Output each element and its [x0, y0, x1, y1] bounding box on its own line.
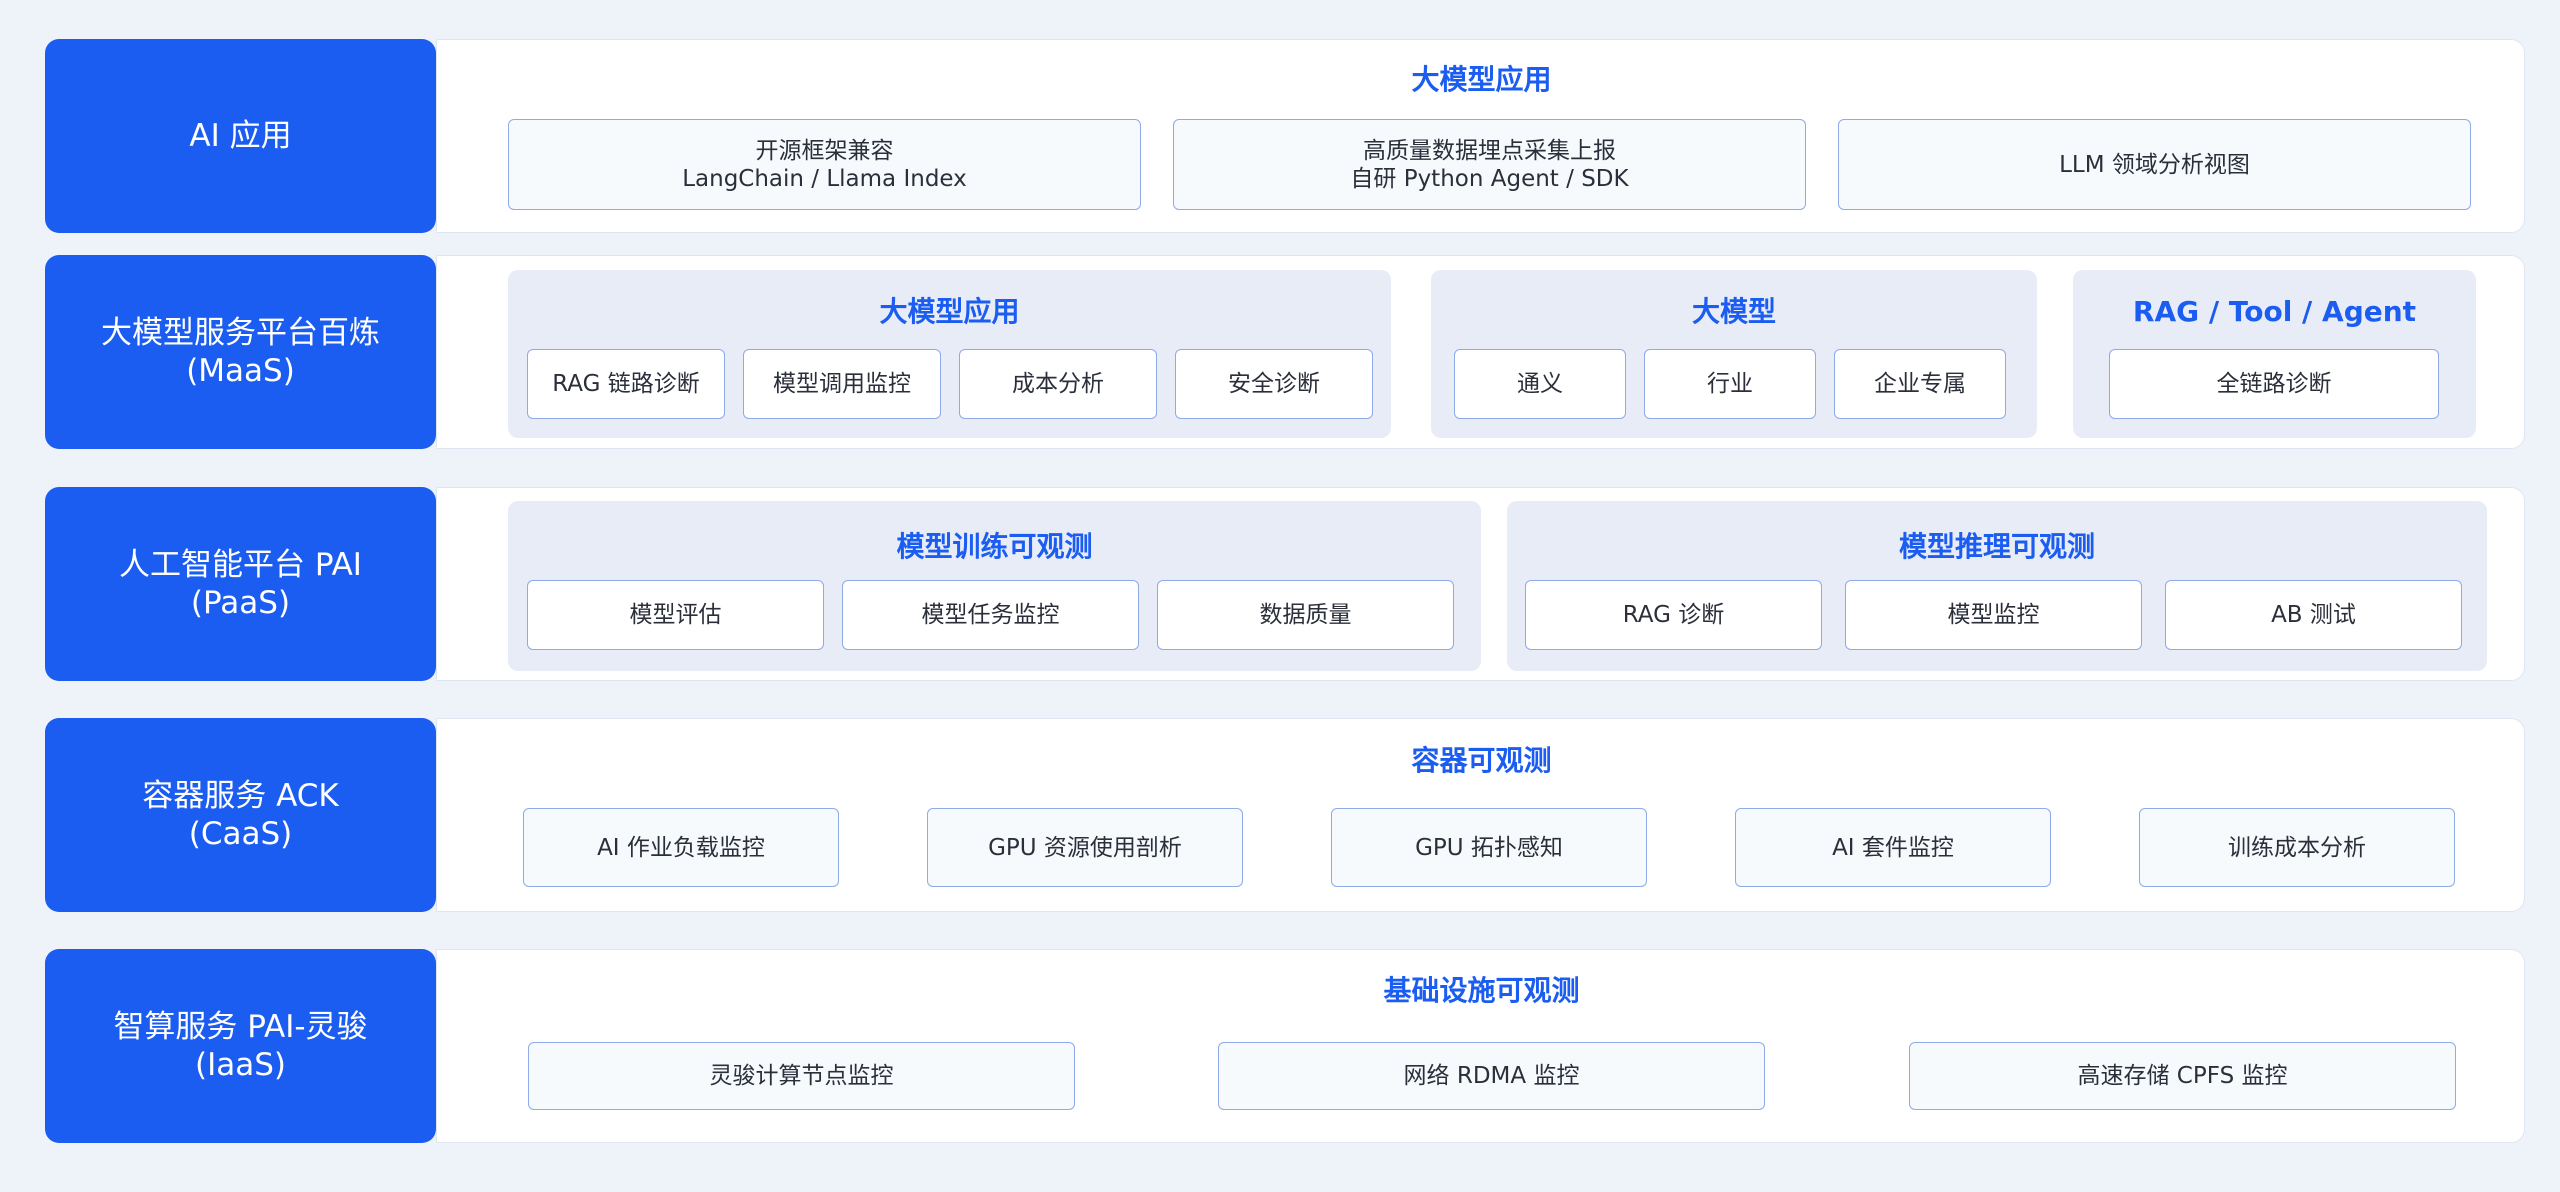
- group-title: 大模型: [1691, 295, 1776, 328]
- feature-box: 模型监控: [1845, 580, 2142, 650]
- section-title: 大模型应用: [1411, 63, 1552, 96]
- feature-box: AB 测试: [2165, 580, 2462, 650]
- layer-label-maas: 大模型服务平台百炼 (MaaS): [45, 255, 436, 449]
- feature-box: GPU 资源使用剖析: [927, 808, 1243, 887]
- feature-box: 高速存储 CPFS 监控: [1909, 1042, 2456, 1110]
- layer-label-iaas: 智算服务 PAI-灵骏 (IaaS): [45, 949, 436, 1143]
- feature-box: 开源框架兼容 LangChain / Llama Index: [508, 119, 1141, 210]
- feature-box: RAG 链路诊断: [527, 349, 725, 419]
- feature-box: 安全诊断: [1175, 349, 1373, 419]
- group-inference: 模型推理可观测 RAG 诊断 模型监控 AB 测试: [1507, 501, 2487, 671]
- section-title: 容器可观测: [1411, 744, 1552, 777]
- feature-box: 成本分析: [959, 349, 1157, 419]
- feature-box: 企业专属: [1834, 349, 2006, 419]
- feature-box: 模型任务监控: [842, 580, 1139, 650]
- feature-box: AI 套件监控: [1735, 808, 2051, 887]
- feature-box: 模型调用监控: [743, 349, 941, 419]
- architecture-diagram: AI 应用 大模型应用 开源框架兼容 LangChain / Llama Ind…: [0, 0, 2560, 1192]
- feature-box: 模型评估: [527, 580, 824, 650]
- layer-panel-ai-app: 大模型应用 开源框架兼容 LangChain / Llama Index 高质量…: [436, 39, 2525, 233]
- feature-box: 行业: [1644, 349, 1816, 419]
- feature-box: 灵骏计算节点监控: [528, 1042, 1075, 1110]
- feature-box: RAG 诊断: [1525, 580, 1822, 650]
- group-llm: 大模型 通义 行业 企业专属: [1431, 270, 2037, 438]
- group-llm-app: 大模型应用 RAG 链路诊断 模型调用监控 成本分析 安全诊断: [508, 270, 1391, 438]
- layer-panel-caas: 容器可观测 AI 作业负载监控 GPU 资源使用剖析 GPU 拓扑感知 AI 套…: [436, 718, 2525, 912]
- layer-label-ai-app: AI 应用: [45, 39, 436, 233]
- group-title: 模型训练可观测: [896, 530, 1093, 563]
- feature-box: AI 作业负载监控: [523, 808, 839, 887]
- layer-label-caas: 容器服务 ACK (CaaS): [45, 718, 436, 912]
- feature-box: 数据质量: [1157, 580, 1454, 650]
- group-training: 模型训练可观测 模型评估 模型任务监控 数据质量: [508, 501, 1481, 671]
- feature-box: 全链路诊断: [2109, 349, 2439, 419]
- section-title: 基础设施可观测: [1383, 974, 1580, 1007]
- feature-box: 通义: [1454, 349, 1626, 419]
- feature-box: 网络 RDMA 监控: [1218, 1042, 1765, 1110]
- feature-box: 训练成本分析: [2139, 808, 2455, 887]
- group-rag-tool-agent: RAG / Tool / Agent 全链路诊断: [2073, 270, 2476, 438]
- layer-panel-maas: 大模型应用 RAG 链路诊断 模型调用监控 成本分析 安全诊断 大模型 通义 行…: [436, 255, 2525, 449]
- feature-box: LLM 领域分析视图: [1838, 119, 2471, 210]
- feature-box: 高质量数据埋点采集上报 自研 Python Agent / SDK: [1173, 119, 1806, 210]
- layer-panel-iaas: 基础设施可观测 灵骏计算节点监控 网络 RDMA 监控 高速存储 CPFS 监控: [436, 949, 2525, 1143]
- layer-panel-paas: 模型训练可观测 模型评估 模型任务监控 数据质量 模型推理可观测 RAG 诊断 …: [436, 487, 2525, 681]
- group-title: 模型推理可观测: [1898, 530, 2095, 563]
- group-title: 大模型应用: [879, 295, 1020, 328]
- feature-box: GPU 拓扑感知: [1331, 808, 1647, 887]
- group-title: RAG / Tool / Agent: [2132, 295, 2417, 328]
- layer-label-line1: AI 应用: [189, 118, 292, 154]
- layer-label-paas: 人工智能平台 PAI (PaaS): [45, 487, 436, 681]
